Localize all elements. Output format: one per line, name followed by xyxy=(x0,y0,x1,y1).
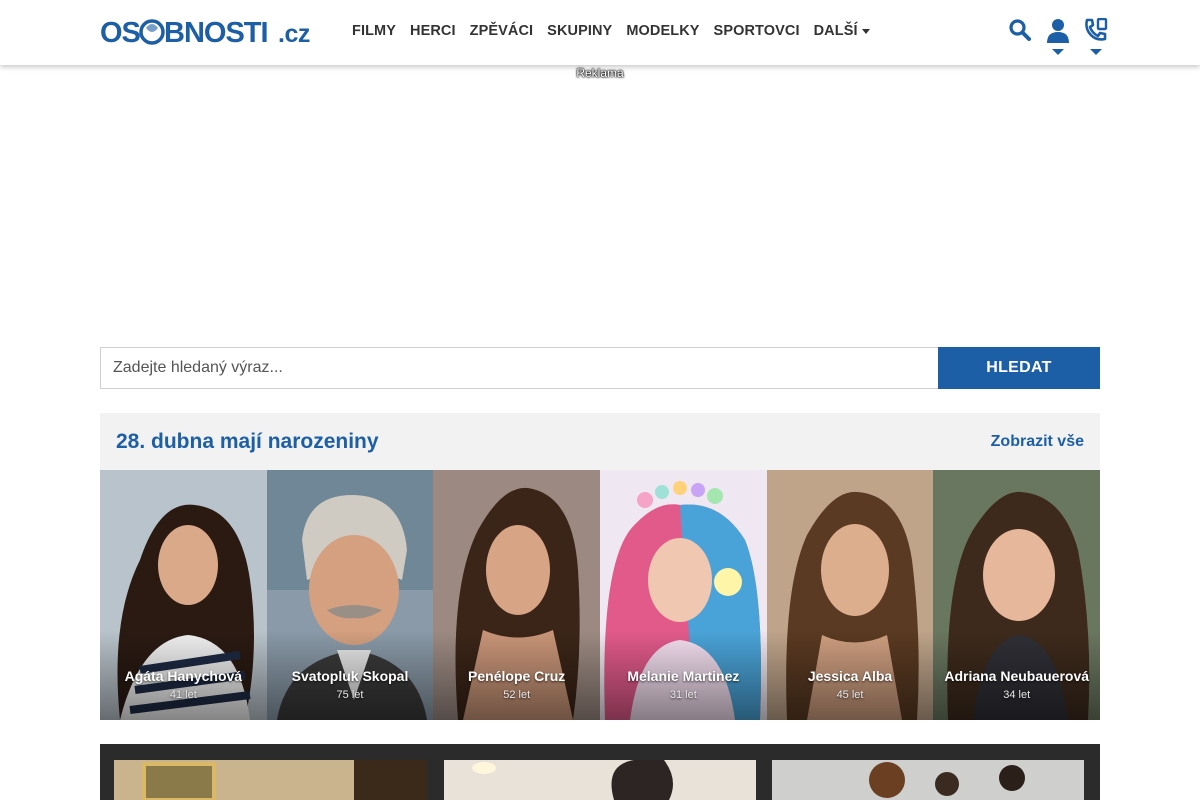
ad-label: Reklama xyxy=(576,66,624,80)
search-button[interactable] xyxy=(1008,18,1032,56)
person-age: 41 let xyxy=(169,689,197,701)
top-navbar: OS BNOSTI .cz FILMY HERCI ZPĚVÁCI SKUPIN… xyxy=(0,0,1200,65)
person-age: 75 let xyxy=(336,689,364,701)
birthday-card[interactable]: Svatopluk Skopal 75 let xyxy=(266,470,434,720)
person-name: Jessica Alba xyxy=(807,668,893,684)
main-nav: FILMY HERCI ZPĚVÁCI SKUPINY MODELKY SPOR… xyxy=(352,23,884,39)
svg-text:.cz: .cz xyxy=(278,20,310,48)
person-age: 31 let xyxy=(669,689,697,701)
show-all-link[interactable]: Zobrazit vše xyxy=(991,433,1084,451)
person-name: Adriana Neubauerová xyxy=(944,668,1090,684)
birthdays-panel: 28. dubna mají narozeniny Zobrazit vše A… xyxy=(100,413,1101,720)
birthdays-title: 28. dubna mají narozeniny xyxy=(116,429,379,453)
search-icon xyxy=(1009,19,1031,41)
article-thumbnail[interactable] xyxy=(114,760,427,800)
person-age: 34 let xyxy=(1003,689,1031,701)
contact-menu-button[interactable] xyxy=(1084,18,1108,56)
user-menu-button[interactable] xyxy=(1046,18,1070,56)
birthday-card[interactable]: Jessica Alba 45 let xyxy=(766,470,934,720)
person-name: Agáta Hanychová xyxy=(124,668,243,684)
person-age: 52 let xyxy=(503,689,531,701)
search-input[interactable] xyxy=(100,347,938,389)
birthday-card[interactable]: Adriana Neubauerová 34 let xyxy=(933,470,1101,720)
person-name: Svatopluk Skopal xyxy=(291,668,409,684)
birthday-card[interactable]: Melanie Martinez 31 let xyxy=(600,470,767,720)
featured-articles-strip xyxy=(100,744,1100,800)
nav-sportovci[interactable]: SPORTOVCI xyxy=(714,23,800,39)
svg-text:BNOSTI: BNOSTI xyxy=(164,17,268,48)
birthday-card[interactable]: Penélope Cruz 52 let xyxy=(433,470,601,720)
chevron-down-icon xyxy=(861,28,870,34)
logo-wordmark: OS BNOSTI .cz xyxy=(100,17,310,48)
person-age: 45 let xyxy=(836,689,864,701)
article-thumbnail[interactable] xyxy=(444,760,756,800)
phone-icon xyxy=(1085,18,1108,41)
article-thumbnail[interactable] xyxy=(772,760,1084,800)
search-form: HLEDAT xyxy=(100,347,1100,389)
svg-text:OS: OS xyxy=(100,17,141,48)
search-submit-button[interactable]: HLEDAT xyxy=(938,347,1100,389)
user-dropdown-arrow-icon xyxy=(1052,49,1064,55)
birthday-card[interactable]: Agáta Hanychová 41 let xyxy=(100,470,267,720)
nav-filmy[interactable]: FILMY xyxy=(352,23,396,39)
nav-dalsi-label: DALŠÍ xyxy=(813,23,858,39)
nav-dalsi-dropdown[interactable]: DALŠÍ xyxy=(814,23,870,39)
person-name: Penélope Cruz xyxy=(468,668,566,684)
person-name: Melanie Martinez xyxy=(627,668,740,684)
birthday-cards: Agáta Hanychová 41 let Svatopluk Skopal … xyxy=(100,470,1101,720)
header-tools xyxy=(1008,18,1108,56)
nav-skupiny[interactable]: SKUPINY xyxy=(547,23,612,39)
site-logo[interactable]: OS BNOSTI .cz xyxy=(100,16,315,48)
nav-zpevaci[interactable]: ZPĚVÁCI xyxy=(470,23,534,39)
nav-modelky[interactable]: MODELKY xyxy=(626,23,699,39)
contact-dropdown-arrow-icon xyxy=(1090,49,1102,55)
user-icon xyxy=(1047,19,1069,43)
nav-herci[interactable]: HERCI xyxy=(410,23,456,39)
birthdays-header: 28. dubna mají narozeniny Zobrazit vše xyxy=(100,413,1100,470)
